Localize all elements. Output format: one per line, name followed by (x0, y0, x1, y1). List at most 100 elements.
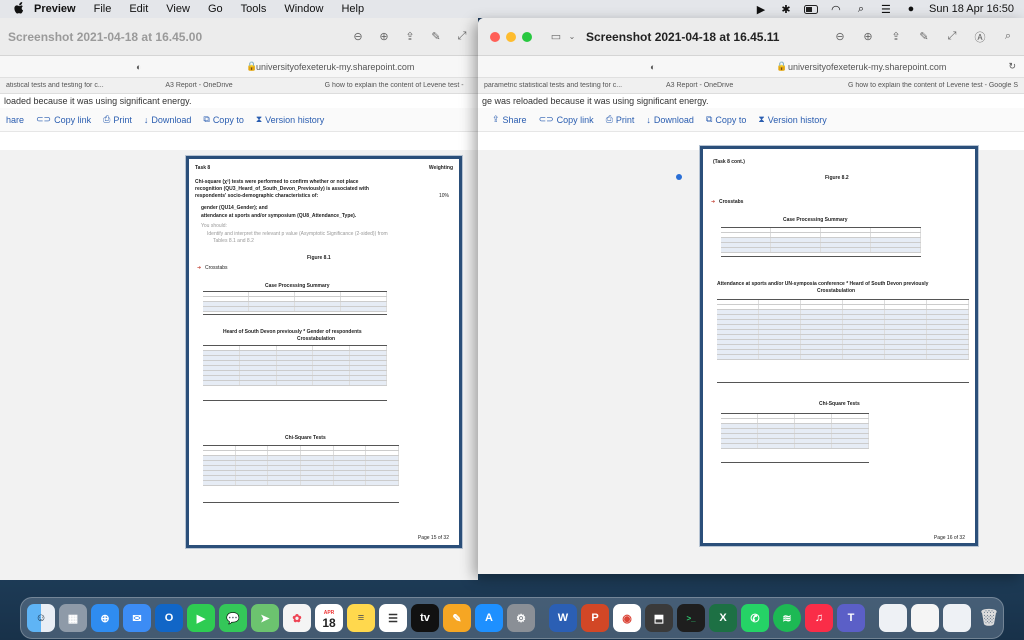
url-text[interactable]: universityofexeteruk-my.sharepoint.com (788, 62, 946, 72)
crosstabs-heading: Crosstabs (719, 199, 744, 205)
menu-file[interactable]: File (94, 3, 112, 15)
messages-icon[interactable]: 💬 (219, 604, 247, 632)
sidebar-icon[interactable]: ▭ (548, 29, 564, 45)
copy-to-button[interactable]: ⧉ Copy to (203, 114, 243, 125)
spotify-icon[interactable]: ≋ (773, 604, 801, 632)
outlook-icon[interactable]: O (155, 604, 183, 632)
close-button[interactable] (490, 31, 500, 42)
crosstab-table (203, 345, 387, 401)
wifi-icon[interactable]: ◠ (829, 3, 843, 16)
menu-tools[interactable]: Tools (241, 3, 267, 15)
preview-window-back[interactable]: Screenshot 2021-04-18 at 16.45.00 ⊖ ⊕ ⇪ … (0, 18, 478, 580)
finder-icon[interactable]: ☺ (27, 604, 55, 632)
minimize-button[interactable] (506, 31, 516, 42)
control-center-icon[interactable]: ☰ (879, 3, 893, 16)
tab-stats[interactable]: atistical tests and testing for c... (0, 82, 159, 89)
safari-icon[interactable]: ⊕ (91, 604, 119, 632)
address-bar[interactable]: ◐ 🔒 universityofexeteruk-my.sharepoint.c… (478, 56, 1024, 78)
reload-icon[interactable]: ↻ (1008, 61, 1016, 72)
rotate-icon[interactable]: ⤢ (454, 29, 470, 45)
powerpoint-icon[interactable]: P (581, 604, 609, 632)
version-history-button[interactable]: ⧗ Version history (256, 114, 324, 125)
print-button[interactable]: ⎙ Print (606, 114, 635, 125)
zoom-button[interactable] (522, 31, 532, 42)
excel-icon[interactable]: X (709, 604, 737, 632)
reminders-icon[interactable]: ☰ (379, 604, 407, 632)
chevron-down-icon[interactable]: ⌄ (564, 29, 580, 45)
preview-icon[interactable]: ⬒ (645, 604, 673, 632)
apple-icon[interactable] (12, 2, 26, 16)
tab-google[interactable]: G how to explain the content of Levene t… (842, 82, 1024, 89)
link-icon: ⊂⊃ (36, 114, 52, 124)
share-button[interactable]: hare (6, 115, 24, 125)
appletv-icon[interactable]: tv (411, 604, 439, 632)
clock[interactable]: Sun 18 Apr 16:50 (929, 3, 1014, 15)
screenshot-stack-icon[interactable] (943, 604, 971, 632)
menu-window[interactable]: Window (284, 3, 323, 15)
bluetooth-icon[interactable]: ✱ (779, 3, 793, 16)
annotate-icon[interactable]: Ⓐ (972, 29, 988, 45)
download-button[interactable]: ↓ Download (646, 115, 694, 125)
copy-icon: ⧉ (203, 114, 210, 124)
crosstab-subtitle: Crosstabulation (817, 288, 856, 294)
print-button[interactable]: ⎙ Print (103, 114, 132, 125)
tab-stats[interactable]: parametric statistical tests and testing… (478, 82, 660, 89)
search-icon[interactable]: ⌕ (854, 3, 868, 15)
music-icon[interactable]: ♫ (805, 604, 833, 632)
titlebar[interactable]: ▭ ⌄ Screenshot 2021-04-18 at 16.45.11 ⊖ … (478, 18, 1024, 56)
chrome-icon[interactable]: ◉ (613, 604, 641, 632)
search-icon[interactable]: ⌕ (1000, 29, 1016, 45)
calendar-icon[interactable]: APR 18 (315, 604, 343, 632)
address-bar[interactable]: ◐ 🔒 universityofexeteruk-my.sharepoint.c… (0, 56, 478, 78)
copy-link-button[interactable]: ⊂⊃ Copy link (539, 114, 594, 125)
menu-preview[interactable]: Preview (34, 3, 76, 15)
copy-link-button[interactable]: ⊂⊃ Copy link (36, 114, 91, 125)
tab-google[interactable]: G how to explain the content of Levene t… (319, 82, 478, 89)
downloads-stack-icon[interactable] (879, 604, 907, 632)
zoom-in-icon[interactable]: ⊕ (860, 29, 876, 45)
tab-onedrive[interactable]: A3 Report - OneDrive (159, 82, 318, 89)
zoom-out-icon[interactable]: ⊖ (832, 29, 848, 45)
menu-help[interactable]: Help (341, 3, 364, 15)
whatsapp-icon[interactable]: ✆ (741, 604, 769, 632)
document-area[interactable]: Task 8 Weighting Chi-square (χ²) tests w… (0, 150, 478, 580)
teams-icon[interactable]: T (837, 604, 865, 632)
facetime-icon[interactable]: ▶ (187, 604, 215, 632)
preview-window-front[interactable]: ▭ ⌄ Screenshot 2021-04-18 at 16.45.11 ⊖ … (478, 18, 1024, 574)
version-history-button[interactable]: ⧗ Version history (758, 114, 826, 125)
copy-to-button[interactable]: ⧉ Copy to (706, 114, 746, 125)
menu-edit[interactable]: Edit (129, 3, 148, 15)
notes-icon[interactable]: ≡ (347, 604, 375, 632)
appstore-icon[interactable]: A (475, 604, 503, 632)
document-area[interactable]: (Task 8 cont.) Figure 8.2 ➜ Crosstabs Ca… (478, 146, 1024, 574)
photos-icon[interactable]: ✿ (283, 604, 311, 632)
maps-icon[interactable]: ➤ (251, 604, 279, 632)
launchpad-icon[interactable]: ▦ (59, 604, 87, 632)
menu-view[interactable]: View (166, 3, 190, 15)
play-icon[interactable]: ▶ (754, 3, 768, 16)
siri-icon[interactable]: ● (904, 3, 918, 15)
download-button[interactable]: ↓ Download (144, 115, 192, 125)
markup-icon[interactable]: ✎ (428, 29, 444, 45)
trash-icon[interactable]: 🗑 (975, 604, 1003, 632)
bullet-attendance: attendance at sports and/or symposium (Q… (201, 213, 357, 219)
url-text[interactable]: universityofexeteruk-my.sharepoint.com (256, 62, 414, 72)
download-label: Download (151, 114, 192, 125)
pages-icon[interactable]: ✎ (443, 604, 471, 632)
mail-icon[interactable]: ✉ (123, 604, 151, 632)
document-stack-icon[interactable] (911, 604, 939, 632)
terminal-icon[interactable]: >_ (677, 604, 705, 632)
rotate-icon[interactable]: ⤢ (944, 29, 960, 45)
settings-icon[interactable]: ⚙ (507, 604, 535, 632)
markup-icon[interactable]: ✎ (916, 29, 932, 45)
tab-onedrive[interactable]: A3 Report - OneDrive (660, 82, 842, 89)
zoom-out-icon[interactable]: ⊖ (350, 29, 366, 45)
share-icon[interactable]: ⇪ (402, 29, 418, 45)
word-icon[interactable]: W (549, 604, 577, 632)
zoom-in-icon[interactable]: ⊕ (376, 29, 392, 45)
share-button[interactable]: ⇪ Share (492, 114, 527, 125)
share-icon[interactable]: ⇪ (888, 29, 904, 45)
menu-go[interactable]: Go (208, 3, 223, 15)
battery-icon[interactable] (803, 3, 818, 15)
titlebar[interactable]: Screenshot 2021-04-18 at 16.45.00 ⊖ ⊕ ⇪ … (0, 18, 478, 56)
